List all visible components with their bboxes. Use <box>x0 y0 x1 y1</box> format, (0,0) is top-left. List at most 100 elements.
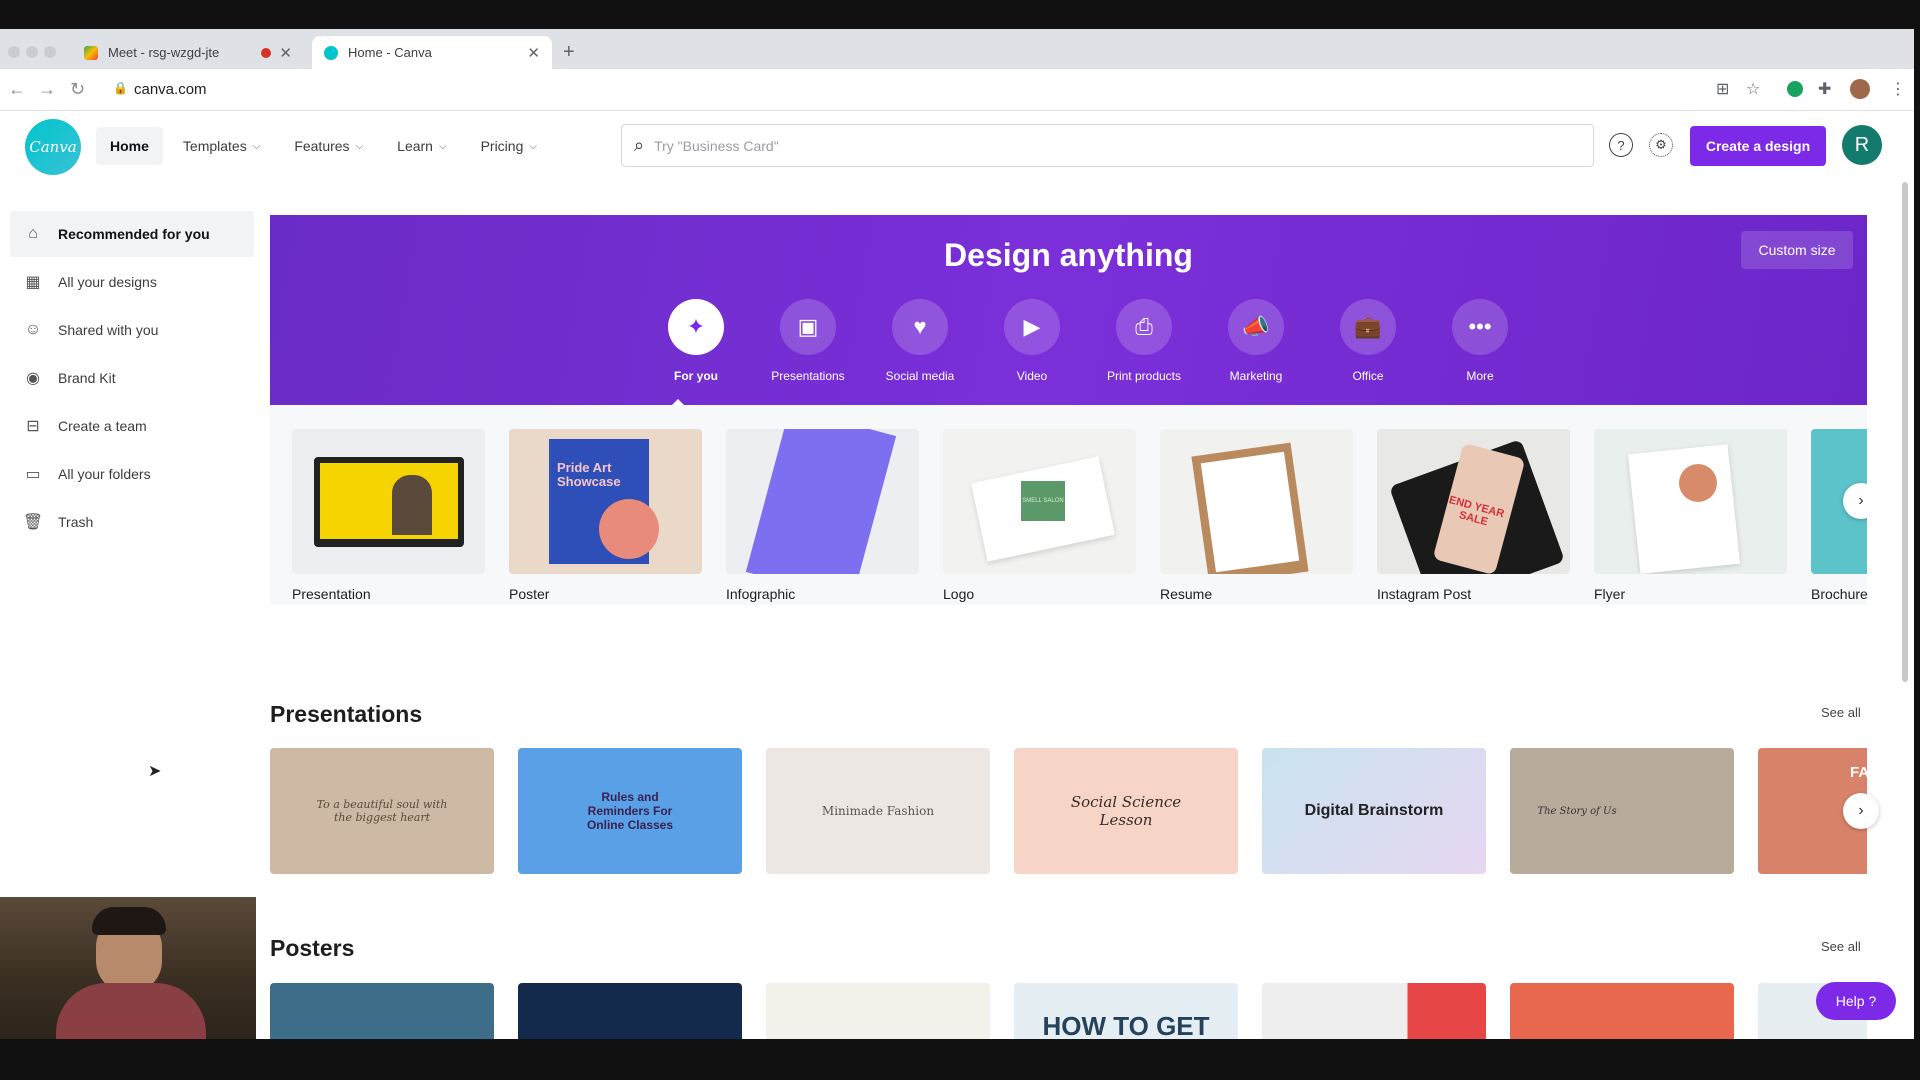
window-close-dot[interactable] <box>8 46 20 58</box>
translate-icon[interactable]: ⊞ <box>1716 79 1729 99</box>
user-avatar[interactable]: R <box>1842 125 1882 165</box>
chevron-down-icon: ⌵ <box>252 140 261 152</box>
presentation-card[interactable]: Digital Brainstorm <box>1262 748 1486 874</box>
folder-icon: ▭ <box>25 466 41 483</box>
url-input[interactable]: canva.com <box>134 81 207 98</box>
more-icon: ••• <box>1452 299 1508 355</box>
sidebar-item-trash[interactable]: 🗑 Trash <box>10 499 254 545</box>
canva-logo[interactable]: Canva <box>25 119 81 175</box>
design-type-presentation[interactable]: Presentation <box>292 429 485 602</box>
design-type-logo[interactable]: SMELL SALON Logo <box>943 429 1136 602</box>
custom-size-button[interactable]: Custom size <box>1741 231 1853 269</box>
browser-tab-canva[interactable]: Home - Canva ✕ <box>312 36 552 69</box>
window-maximize-dot[interactable] <box>44 46 56 58</box>
design-type-label: Instagram Post <box>1377 586 1472 602</box>
category-row: ✦ For you ▣ Presentations ♥ Social media ▶ V… <box>640 299 1536 383</box>
window-minimize-dot[interactable] <box>26 46 38 58</box>
category-print-products[interactable]: ⎙ Print products <box>1088 299 1200 383</box>
nav-home[interactable]: Home <box>96 127 163 165</box>
chevron-down-icon: ⌵ <box>355 140 364 152</box>
bookmark-star-icon[interactable]: ☆ <box>1746 79 1760 99</box>
poster-card[interactable] <box>1262 983 1486 1039</box>
sidebar-item-all-designs[interactable]: ▦ All your designs <box>10 259 254 305</box>
poster-thumbnail: Pride Art Showcase <box>509 429 702 574</box>
sidebar-item-shared[interactable]: ☺ Shared with you <box>10 307 254 353</box>
banner-title: Design anything <box>944 237 1193 273</box>
profile-avatar-icon[interactable] <box>1850 79 1870 99</box>
poster-card[interactable] <box>518 983 742 1039</box>
webcam-hair <box>92 907 166 935</box>
browser-tab-meet[interactable]: Meet - rsg-wzgd-jte ✕ <box>72 36 304 69</box>
infographic-thumbnail <box>726 429 919 574</box>
category-office[interactable]: 💼 Office <box>1312 299 1424 383</box>
extensions-puzzle-icon[interactable]: ✚ <box>1818 79 1831 99</box>
browser-menu-icon[interactable]: ⋮ <box>1890 79 1906 99</box>
close-tab-icon[interactable]: ✕ <box>279 44 292 62</box>
sidebar-item-brand-kit[interactable]: ◉ Brand Kit <box>10 355 254 401</box>
nav-templates[interactable]: Templates ⌵ <box>169 127 274 165</box>
nav-learn[interactable]: Learn ⌵ <box>383 127 460 165</box>
sidebar-item-recommended[interactable]: ⌂ Recommended for you <box>10 211 254 257</box>
close-tab-icon[interactable]: ✕ <box>527 44 540 62</box>
poster-card[interactable] <box>1510 983 1734 1039</box>
posters-see-all-link[interactable]: See all <box>1821 939 1861 954</box>
help-button[interactable]: Help ? <box>1816 982 1896 1020</box>
home-icon: ⌂ <box>28 225 38 242</box>
search-box[interactable]: ⌕ <box>621 124 1594 167</box>
presentations-see-all-link[interactable]: See all <box>1821 705 1861 720</box>
nav-features[interactable]: Features ⌵ <box>280 127 377 165</box>
design-type-label: Infographic <box>726 586 796 602</box>
posters-row: HOW TO GET <box>270 983 1867 1039</box>
forward-icon[interactable]: → <box>38 79 56 100</box>
design-types-row: Presentation Pride Art Showcase Poster I… <box>292 429 1867 602</box>
poster-card[interactable]: HOW TO GET <box>1014 983 1238 1039</box>
design-type-resume[interactable]: Resume <box>1160 429 1353 602</box>
resume-paper <box>1200 451 1300 573</box>
poster-title-text: Pride Art Showcase <box>557 460 621 489</box>
tab-title: Home - Canva <box>348 45 432 60</box>
presentation-card[interactable]: Minimade Fashion <box>766 748 990 874</box>
category-video[interactable]: ▶ Video <box>976 299 1088 383</box>
trash-icon: 🗑 <box>22 514 44 531</box>
page-scrollbar[interactable] <box>1902 182 1908 682</box>
poster-card[interactable] <box>766 983 990 1039</box>
help-question-icon[interactable]: ? <box>1609 133 1633 157</box>
category-more[interactable]: ••• More <box>1424 299 1536 383</box>
design-type-poster[interactable]: Pride Art Showcase Poster <box>509 429 702 602</box>
canva-favicon-icon <box>324 45 338 60</box>
sidebar: ⌂ Recommended for you ▦ All your designs ☺… <box>10 211 254 547</box>
presentation-card[interactable]: To a beautiful soul with the biggest hea… <box>270 748 494 874</box>
poster-card[interactable] <box>270 983 494 1039</box>
create-design-button[interactable]: Create a design <box>1690 126 1826 166</box>
design-type-label: Poster <box>509 586 550 602</box>
sidebar-item-folders[interactable]: ▭ All your folders <box>10 451 254 497</box>
top-nav: Home Templates ⌵ Features ⌵ Learn ⌵ Pricing… <box>96 127 551 165</box>
presentation-card[interactable]: The Story of Us <box>1510 748 1734 874</box>
screen-border-right <box>1914 0 1920 1080</box>
brand-icon: ◉ <box>26 370 40 387</box>
nav-pricing[interactable]: Pricing ⌵ <box>467 127 551 165</box>
category-marketing[interactable]: 📣 Marketing <box>1200 299 1312 383</box>
new-tab-icon[interactable]: + <box>563 41 575 64</box>
category-for-you[interactable]: ✦ For you <box>640 299 752 383</box>
team-icon: ⊟ <box>26 418 40 435</box>
design-type-infographic[interactable]: Infographic <box>726 429 919 602</box>
design-type-flyer[interactable]: Flyer <box>1594 429 1787 602</box>
presentation-card[interactable]: Social Science Lesson <box>1014 748 1238 874</box>
flyer-thumbnail <box>1594 429 1787 574</box>
presentations-next-arrow-icon[interactable]: › <box>1843 793 1879 829</box>
gear-icon[interactable]: ⚙ <box>1649 133 1673 157</box>
category-social-media[interactable]: ♥ Social media <box>864 299 976 383</box>
presentations-row: To a beautiful soul with the biggest hea… <box>270 748 1867 874</box>
extension-grammarly-icon[interactable] <box>1787 81 1803 97</box>
sidebar-item-create-team[interactable]: ⊟ Create a team <box>10 403 254 449</box>
design-type-instagram-post[interactable]: END YEAR SALE Instagram Post <box>1377 429 1570 602</box>
presentation-card[interactable]: Rules and Reminders For Online Classes <box>518 748 742 874</box>
design-types-panel: Presentation Pride Art Showcase Poster I… <box>270 405 1867 605</box>
reload-icon[interactable]: ↻ <box>70 79 85 100</box>
category-presentations[interactable]: ▣ Presentations <box>752 299 864 383</box>
person-figure <box>392 475 432 535</box>
screen-border-bottom <box>0 1039 1920 1080</box>
search-input[interactable] <box>654 137 1555 154</box>
back-icon[interactable]: ← <box>8 79 26 100</box>
